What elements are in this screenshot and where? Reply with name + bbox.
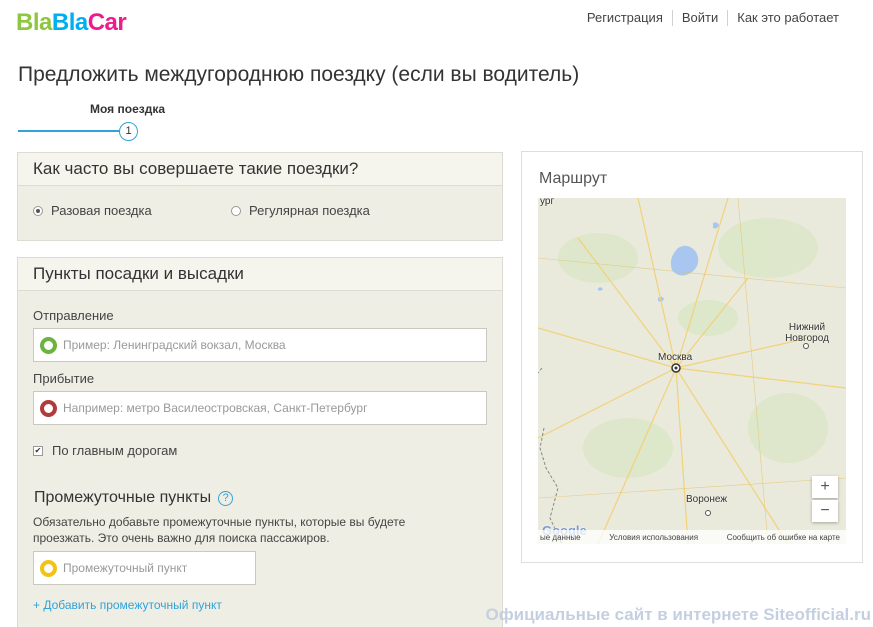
radio-regular-trip[interactable]: Регулярная поездка [231,203,370,218]
watermark: Официальные сайт в интернете Siteofficia… [485,605,871,624]
frequency-panel: Как часто вы совершаете такие поездки? Р… [17,152,503,241]
map-panel: Маршрут ург Москва Нижний Новгород Ворон… [521,151,863,563]
frequency-title: Как часто вы совершаете такие поездки? [18,153,502,186]
arrival-input[interactable] [63,401,486,415]
map-title: Маршрут [539,170,608,187]
radio-single-trip[interactable]: Разовая поездка [33,203,152,218]
departure-marker-icon [40,336,57,354]
arrival-marker-icon [40,399,57,417]
step-label: Моя поездка [90,102,166,116]
points-title: Пункты посадки и высадки [18,258,502,291]
arrival-label: Прибытие [33,371,95,386]
how-it-works-link[interactable]: Как это работает [727,10,848,26]
radio-regular-indicator[interactable] [231,205,241,216]
map-footer: ые данные Условия использования Сообщить… [538,530,846,544]
points-panel: Пункты посадки и высадки Отправление При… [17,257,503,627]
blablacar-logo[interactable]: BlaBlaCar [16,9,127,37]
map-report-link[interactable]: Сообщить об ошибке на карте [727,533,840,542]
departure-label: Отправление [33,308,114,323]
logo-part-1: Bla [16,9,52,36]
radio-regular-label: Регулярная поездка [249,203,370,218]
intermediate-field[interactable] [33,551,256,585]
arrival-field[interactable] [33,391,487,425]
route-map[interactable]: ург Москва Нижний Новгород Воронеж Googl… [538,198,846,544]
help-icon[interactable]: ? [218,490,234,506]
add-intermediate-link[interactable]: + Добавить промежуточный пункт [33,598,222,612]
intermediate-note: Обязательно добавьте промежуточные пункт… [33,515,406,545]
main-roads-option[interactable]: ✔ По главным дорогам [33,443,177,458]
city-voronezh: Воронеж [686,494,728,505]
page-title: Предложить междугороднюю поездку (если в… [18,63,580,86]
step-number: 1 [119,122,138,141]
map-terms-link[interactable]: Условия использования [609,533,698,542]
zoom-in-button[interactable]: + [812,476,838,498]
map-data-link[interactable]: ые данные [540,533,581,542]
logo-part-2: Bla [51,9,88,36]
logo-part-3: Car [87,9,127,36]
register-link[interactable]: Регистрация [578,10,672,26]
map-label-top: ург [540,198,555,207]
radio-single-label: Разовая поездка [51,203,152,218]
intermediate-input[interactable] [63,561,255,575]
radio-single-indicator[interactable] [33,205,43,216]
intermediate-title-text: Промежуточные пункты [34,489,212,506]
departure-input[interactable] [63,338,486,352]
login-link[interactable]: Войти [671,10,727,26]
city-moscow: Москва [658,352,693,363]
zoom-out-button[interactable]: − [812,500,838,522]
intermediate-marker-icon [40,559,57,577]
intermediate-title: Промежуточные пункты ? [34,489,234,507]
departure-field[interactable] [33,328,487,362]
top-nav: Регистрация Войти Как это работает [578,10,848,26]
main-roads-label: По главным дорогам [52,443,178,458]
map-graphic [538,198,846,544]
main-roads-checkbox[interactable]: ✔ [33,445,43,456]
city-nizhny-novgorod: Нижний Новгород [785,322,829,344]
step-progress-line [18,130,120,132]
